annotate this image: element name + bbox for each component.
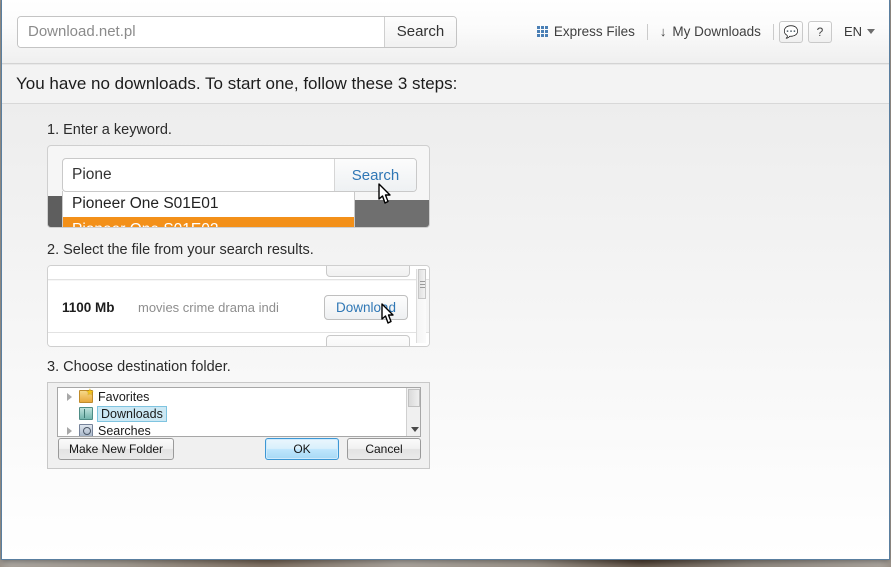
step2-partial-row-top [48, 266, 429, 280]
cancel-button[interactable]: Cancel [347, 438, 421, 460]
nav-divider [772, 23, 774, 40]
chevron-down-icon [867, 29, 875, 34]
download-button[interactable]: Download [324, 294, 408, 320]
tree-item-label: Favorites [98, 389, 150, 404]
step1-search-input[interactable] [63, 159, 334, 191]
headline-strip: You have no downloads. To start one, fol… [2, 64, 889, 104]
nav-express-files-label: Express Files [553, 24, 635, 39]
step1-suggestion-list: Pioneer One S01E01 Pioneer One S01E02 [62, 191, 355, 227]
scroll-down-arrow-icon[interactable] [411, 427, 419, 432]
file-tags: movies crime drama indi [138, 299, 279, 315]
folder-tree[interactable]: Favorites Downloads Searches [57, 387, 421, 437]
header-nav: Express Files ↓ My Downloads 💬 ? EN [525, 20, 875, 43]
suggestion-item-selected[interactable]: Pioneer One S01E02 [63, 217, 354, 227]
step2-panel: 1100 Mb movies crime drama indi Download [47, 265, 430, 347]
feedback-button[interactable]: 💬 [778, 20, 803, 43]
scrollbar-thumb[interactable] [418, 269, 426, 299]
folder-tree-scrollbar[interactable] [406, 388, 420, 436]
global-search-group[interactable]: Search [17, 15, 457, 48]
tree-item-label: Searches [98, 423, 151, 437]
language-selector[interactable]: EN [844, 24, 875, 39]
page-title: You have no downloads. To start one, fol… [16, 73, 458, 93]
step1-panel: Pioneer One S01E01 Pioneer One S01E02 Se… [47, 145, 430, 228]
step2-label: 2. Select the file from your search resu… [47, 242, 314, 258]
scrollbar-thumb[interactable] [408, 389, 420, 407]
step1-background-block [48, 196, 62, 227]
app-header: Search Express Files ↓ My Downloads 💬 ? [2, 0, 889, 65]
download-arrow-icon: ↓ [659, 24, 667, 39]
tree-item-downloads[interactable]: Downloads [58, 405, 420, 422]
nav-my-downloads-label: My Downloads [672, 24, 761, 39]
search-input[interactable] [18, 16, 384, 47]
tree-item-favorites[interactable]: Favorites [58, 388, 420, 405]
tree-item-searches[interactable]: Searches [58, 422, 420, 437]
favorites-folder-icon [79, 388, 94, 403]
help-button[interactable]: ? [807, 20, 832, 43]
browser-window: Search Express Files ↓ My Downloads 💬 ? [1, 0, 890, 560]
chevron-right-icon[interactable] [67, 426, 72, 435]
step2-partial-row-bottom [48, 332, 429, 346]
nav-express-files[interactable]: Express Files [525, 24, 647, 39]
step1-search-row[interactable]: Search [62, 158, 417, 192]
nav-my-downloads[interactable]: ↓ My Downloads [648, 24, 773, 39]
make-new-folder-button[interactable]: Make New Folder [58, 438, 175, 460]
step3-label: 3. Choose destination folder. [47, 359, 231, 375]
tree-item-label: Downloads [97, 405, 167, 422]
search-button[interactable]: Search [384, 16, 456, 47]
step2-ghost-button-bottom [326, 335, 410, 346]
step2-scrollbar[interactable] [416, 269, 426, 343]
file-size: 1100 Mb [62, 299, 115, 315]
language-label: EN [843, 24, 862, 39]
ok-button[interactable]: OK [265, 438, 339, 460]
step3-folder-dialog: Favorites Downloads Searches Make Ne [47, 382, 430, 469]
dialog-action-buttons: OK Cancel [265, 438, 421, 460]
main-content: 1. Enter a keyword. Pioneer One S01E01 P… [2, 104, 889, 558]
downloads-folder-icon [79, 407, 93, 420]
suggestion-item[interactable]: Pioneer One S01E01 [63, 191, 354, 217]
chevron-right-icon[interactable] [67, 392, 72, 401]
step2-ghost-button-top [326, 266, 410, 277]
step1-search-button[interactable]: Search [334, 159, 416, 191]
folder-dialog-buttons: Make New Folder OK Cancel [48, 438, 429, 460]
step1-label: 1. Enter a keyword. [47, 122, 172, 138]
grid-icon [536, 26, 548, 37]
speech-bubble-icon: 💬 [783, 24, 799, 39]
help-label: ? [816, 24, 824, 39]
table-row[interactable]: 1100 Mb movies crime drama indi Download [48, 281, 418, 333]
searches-folder-icon [79, 424, 93, 436]
